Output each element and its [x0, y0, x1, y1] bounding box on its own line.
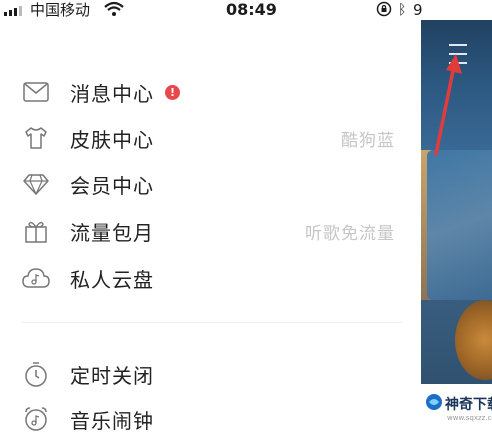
- current-skin-text: 酷狗蓝: [341, 130, 395, 151]
- menu-label: 皮肤中心: [70, 127, 154, 152]
- watermark-url: www.sqxzz.com: [447, 414, 492, 422]
- data-plan-promo-text: 听歌免流量: [305, 223, 395, 244]
- menu-item-skins[interactable]: 皮肤中心 酷狗蓝: [0, 118, 421, 158]
- status-bar: 中国移动 08:49 ᛒ 9: [0, 0, 492, 20]
- watermark-logo-icon: [425, 393, 443, 415]
- menu-item-cloud-drive[interactable]: 私人云盘: [0, 258, 421, 298]
- tshirt-icon: [22, 124, 50, 152]
- alarm-clock-icon: [22, 405, 50, 433]
- menu-label: 私人云盘: [70, 267, 154, 292]
- menu-label: 流量包月: [70, 220, 154, 245]
- menu-item-sleep-timer[interactable]: 定时关闭: [0, 354, 421, 394]
- menu-label: 定时关闭: [70, 363, 154, 388]
- album-artwork: [455, 300, 492, 380]
- watermark: 神奇下载 www.sqxzz.com: [421, 384, 492, 446]
- gift-icon: [22, 217, 50, 245]
- menu-item-membership[interactable]: 会员中心: [0, 164, 421, 204]
- carrier-text: 中国移动: [30, 1, 91, 19]
- wifi-icon: [104, 0, 124, 22]
- content-card: [427, 150, 492, 300]
- menu-label: 消息中心: [70, 81, 154, 106]
- menu-label: 音乐闹钟: [70, 408, 154, 433]
- side-drawer: 消息中心 ! 皮肤中心 酷狗蓝 会员中心 流量包月 听歌免流量 私人云盘 定时关…: [0, 0, 421, 446]
- diamond-icon: [22, 170, 50, 198]
- mail-icon: [22, 78, 50, 106]
- menu-divider: [22, 322, 402, 323]
- notification-badge: !: [165, 84, 180, 100]
- cloud-music-icon: [22, 264, 50, 292]
- menu-item-messages[interactable]: 消息中心 !: [0, 72, 421, 112]
- rotation-lock-icon: [376, 1, 392, 21]
- watermark-name: 神奇下载: [445, 397, 492, 413]
- bluetooth-icon: ᛒ: [398, 2, 407, 18]
- annotation-arrow-icon: [434, 54, 462, 156]
- timer-icon: [22, 360, 50, 388]
- battery-percent: 9: [413, 1, 423, 19]
- menu-item-data-plan[interactable]: 流量包月 听歌免流量: [0, 211, 421, 251]
- menu-label: 会员中心: [70, 173, 154, 198]
- signal-icon: [4, 5, 22, 16]
- clock-time: 08:49: [226, 0, 277, 19]
- menu-item-music-alarm[interactable]: 音乐闹钟: [0, 399, 421, 439]
